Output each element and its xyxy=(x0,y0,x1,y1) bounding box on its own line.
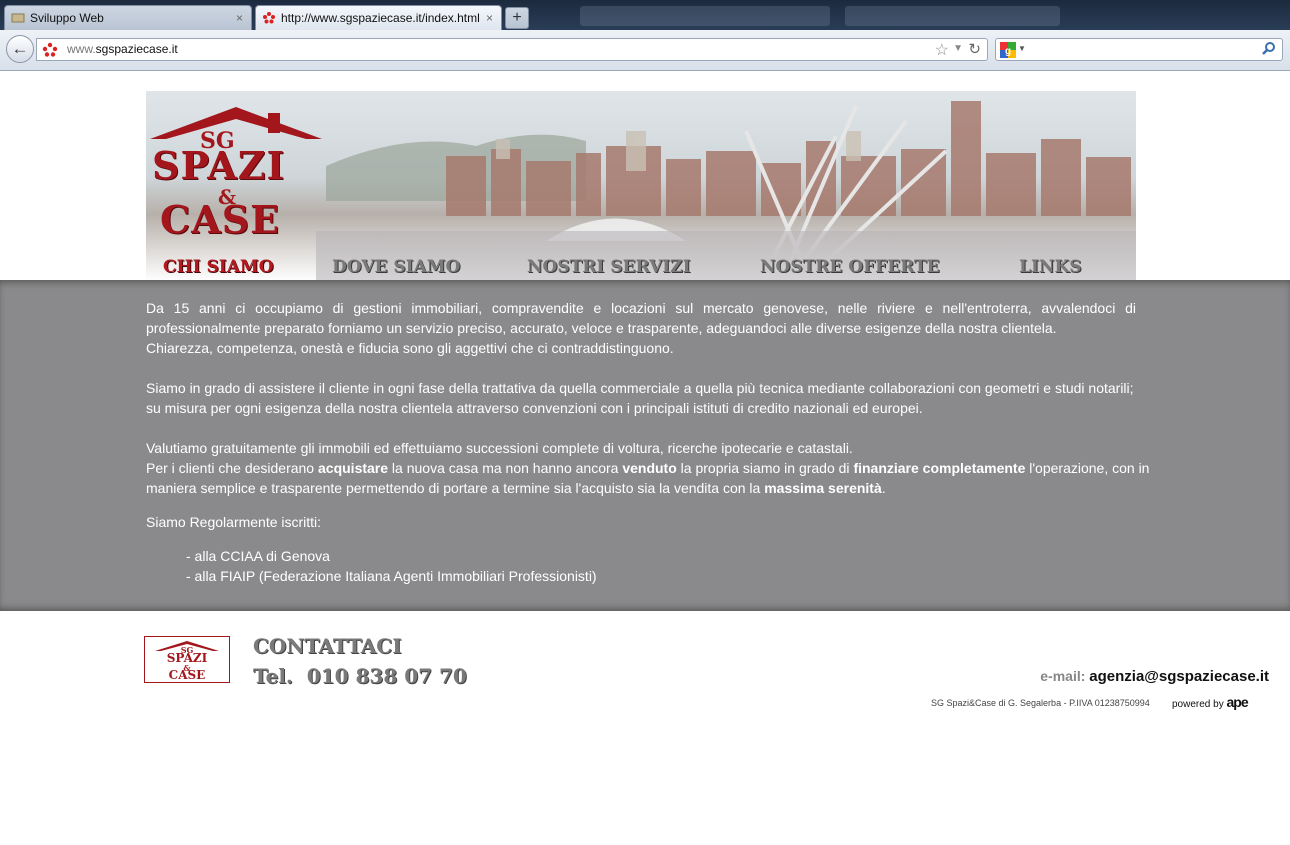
list-item: - alla FIAIP (Federazione Italiana Agent… xyxy=(186,568,597,584)
footer: SG SPAZI & CASE CONTATTACI Tel. 010 838 … xyxy=(0,611,1290,711)
powered-by-label: powered by xyxy=(1172,699,1224,710)
footer-logo[interactable]: SG SPAZI & CASE xyxy=(144,636,230,683)
list-item: - alla CCIAA di Genova xyxy=(186,548,330,564)
bold-span: venduto xyxy=(622,460,677,476)
tab-sgspaziecase[interactable]: http://www.sgspaziecase.it/index.html × xyxy=(255,5,502,30)
tab-sviluppo-web[interactable]: Sviluppo Web × xyxy=(4,5,252,30)
header-banner: SG SPAZI & CASE xyxy=(146,91,1136,281)
menu-nostre-offerte[interactable]: NOSTRE OFFERTE xyxy=(760,257,940,277)
footer-logo-case: CASE xyxy=(168,668,206,682)
svg-text:g: g xyxy=(1005,46,1011,57)
logo-spazi: SPAZI xyxy=(152,143,286,188)
background-window-tab xyxy=(845,6,1060,26)
text-span: la propria siamo in grado di xyxy=(676,460,854,476)
engine-dropdown-icon[interactable]: ▼ xyxy=(1018,44,1026,53)
close-tab-icon[interactable]: × xyxy=(486,11,493,25)
site-logo[interactable]: SG SPAZI & CASE xyxy=(146,91,326,261)
company-info: SG Spazi&Case di G. Segalerba - P.IIVA 0… xyxy=(931,698,1150,708)
url-prefix: www. xyxy=(67,42,96,56)
valuation-paragraph: Valutiamo gratuitamente gli immobili ed … xyxy=(146,440,853,456)
assistance-paragraph-1: Siamo in grado di assistere il cliente i… xyxy=(146,380,1134,396)
email-link[interactable]: agenzia@sgspaziecase.it xyxy=(1089,668,1269,685)
url-host: sgspaziecase.it xyxy=(95,42,178,56)
content-panel: Da 15 anni ci occupiamo di gestioni immo… xyxy=(0,280,1290,611)
bold-span: massima serenità xyxy=(764,480,882,496)
browser-tab-bar: Sviluppo Web × http://www.sgspaziecase.i… xyxy=(0,0,1290,30)
new-tab-button[interactable]: + xyxy=(505,7,529,29)
url-text[interactable]: www.sgspaziecase.it xyxy=(67,42,178,56)
reload-icon[interactable]: ↻ xyxy=(968,40,981,58)
browser-navigation-bar: ← www.sgspaziecase.it ☆ ▼ ↻ g ▼ xyxy=(0,30,1290,71)
assistance-paragraph-2: su misura per ogni esigenza della nostra… xyxy=(146,400,923,416)
bold-span: acquistare xyxy=(318,460,389,476)
text-span: la nuova casa ma non hanno ancora xyxy=(388,460,623,476)
menu-links[interactable]: LINKS xyxy=(1019,257,1082,277)
site-identity-icon[interactable] xyxy=(42,42,58,58)
close-tab-icon[interactable]: × xyxy=(236,11,243,25)
powered-by-brand: ape xyxy=(1226,694,1248,710)
search-bar[interactable]: g ▼ xyxy=(995,38,1283,61)
history-dropdown-icon[interactable]: ▼ xyxy=(953,43,963,54)
email-label: e-mail: xyxy=(1040,668,1086,684)
address-bar[interactable]: www.sgspaziecase.it ☆ ▼ ↻ xyxy=(36,38,988,61)
powered-by[interactable]: powered by ape xyxy=(1172,694,1249,710)
background-window-tab xyxy=(580,6,830,26)
folder-icon xyxy=(11,13,25,23)
content-text: Da 15 anni ci occupiamo di gestioni immo… xyxy=(146,298,1176,586)
phone-number: Tel. 010 838 07 70 xyxy=(253,664,467,688)
text-span: Per i clienti che desiderano xyxy=(146,460,318,476)
text-span: . xyxy=(881,480,886,496)
values-paragraph: Chiarezza, competenza, onestà e fiducia … xyxy=(146,340,674,356)
bold-span: finanziare completamente xyxy=(853,460,1026,476)
search-icon[interactable] xyxy=(1261,41,1277,57)
google-engine-icon[interactable]: g xyxy=(1000,42,1016,58)
contact-title: CONTATTACI xyxy=(253,634,402,658)
financing-paragraph: Per i clienti che desiderano acquistare … xyxy=(146,458,1176,498)
email-block: e-mail: agenzia@sgspaziecase.it xyxy=(1040,668,1269,685)
menu-dove-siamo[interactable]: DOVE SIAMO xyxy=(332,257,460,277)
tab-title: Sviluppo Web xyxy=(30,11,104,25)
menu-chi-siamo[interactable]: CHI SIAMO xyxy=(163,257,274,277)
site-favicon-icon xyxy=(263,12,275,24)
menu-nostri-servizi[interactable]: NOSTRI SERVIZI xyxy=(527,257,691,277)
intro-paragraph: Da 15 anni ci occupiamo di gestioni immo… xyxy=(146,300,1136,336)
main-menu: CHI SIAMO DOVE SIAMO NOSTRI SERVIZI NOST… xyxy=(146,257,1136,281)
web-page: SG SPAZI & CASE CHI SIAMO DOVE SIAMO NOS… xyxy=(0,71,1290,845)
logo-case: CASE xyxy=(160,197,281,242)
registrations-heading: Siamo Regolarmente iscritti: xyxy=(146,514,322,530)
tab-title: http://www.sgspaziecase.it/index.html xyxy=(281,11,480,25)
bookmark-star-icon[interactable]: ☆ xyxy=(935,40,949,60)
back-button[interactable]: ← xyxy=(6,35,34,63)
